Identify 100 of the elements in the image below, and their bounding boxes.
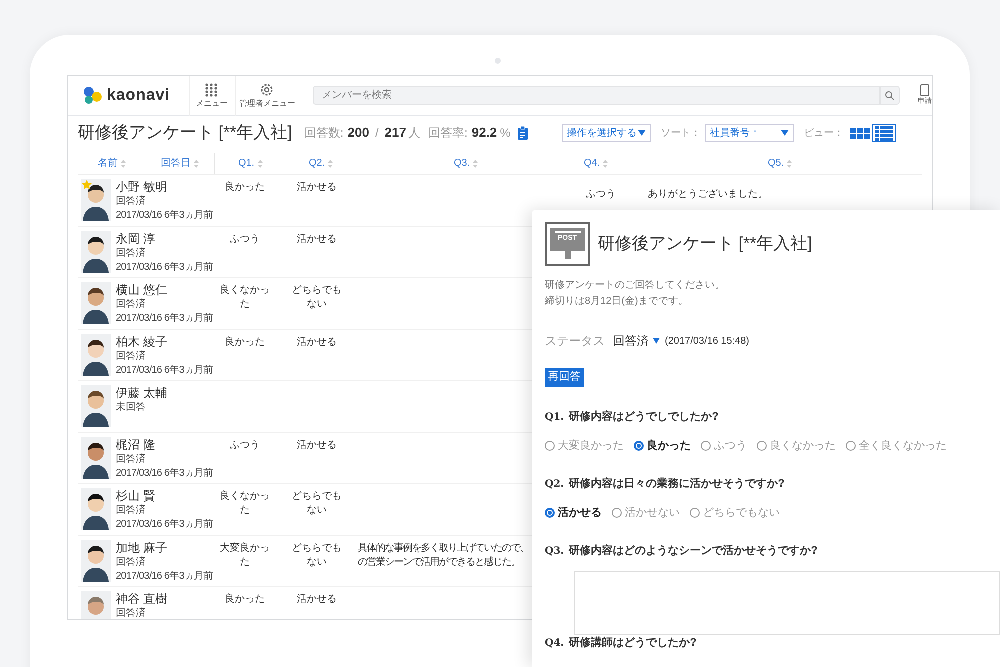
radio-option[interactable]: 活かせる xyxy=(545,504,602,521)
response-date: 2017/03/16 6年3ヵ月前 xyxy=(116,466,214,480)
table-cell-text: 活かせる xyxy=(296,232,338,246)
avatar-icon xyxy=(81,334,111,376)
caret-icon xyxy=(781,130,789,136)
logo-icon xyxy=(82,86,103,105)
sort-icon xyxy=(787,160,792,168)
radio-option[interactable]: ふつう xyxy=(701,438,747,454)
admin-menu-button[interactable]: 管理者メニュー xyxy=(234,76,299,116)
response-date: 2017/03/16 6年3ヵ月前 xyxy=(116,518,214,532)
caret-icon xyxy=(653,338,660,344)
table-cell-text: 良かった xyxy=(224,593,266,607)
description-text: 研修アンケートのご回答してください。 xyxy=(545,279,726,293)
stat-label: 回答率: xyxy=(428,125,468,142)
table-cell: ありがとうございました。 xyxy=(648,189,768,200)
grid-icon xyxy=(850,128,870,138)
radio-option[interactable]: どちらでもない xyxy=(690,504,780,521)
search-field[interactable]: メンバーを検索 xyxy=(313,86,880,105)
table-cell-text: ふつう xyxy=(229,438,261,452)
avatar-icon xyxy=(81,385,111,427)
panel-title: 研修後アンケート [**年入社] xyxy=(598,233,812,256)
column-header[interactable]: Q2. xyxy=(308,156,326,171)
status-date: (2017/03/16 15:48) xyxy=(665,334,750,348)
sort-icon xyxy=(121,160,126,168)
response-status: 回答済 xyxy=(116,298,147,312)
radio-option[interactable]: 大変良かった xyxy=(545,438,624,454)
response-status: 回答済 xyxy=(116,607,147,619)
question-number: Q2. xyxy=(545,478,564,492)
sort-icon xyxy=(473,160,478,168)
table-cell-text: ふつう xyxy=(229,232,261,246)
response-status: 回答済 xyxy=(116,556,147,570)
document-icon xyxy=(919,84,931,97)
table-cell-text: 良かった xyxy=(224,181,266,195)
response-date: 2017/03/16 6年3ヵ月前 xyxy=(116,209,214,223)
response-rate: 92.2 xyxy=(472,124,498,142)
table-cell: どちらでもない xyxy=(292,490,342,518)
radio-option[interactable]: 良かった xyxy=(634,438,691,454)
clipboard-icon xyxy=(516,126,529,140)
stat-label: 回答数: xyxy=(304,125,344,142)
view-label: ビュー： xyxy=(804,126,844,140)
action-select[interactable]: 操作を選択する xyxy=(562,124,651,142)
search-button[interactable] xyxy=(880,86,900,105)
survey-title: 研修後アンケート [**年入社] xyxy=(78,122,292,144)
avatar-icon xyxy=(81,282,111,324)
total-count: 217 xyxy=(384,124,406,142)
caret-icon xyxy=(638,130,646,136)
response-status: 回答済 xyxy=(116,195,147,209)
answer-count: 200 xyxy=(348,124,370,142)
radio-option[interactable]: 良くなかった xyxy=(757,438,836,454)
avatar-icon xyxy=(81,488,111,530)
table-cell-text: 良かった xyxy=(224,336,266,350)
column-header[interactable]: Q5. xyxy=(768,156,784,171)
unit-text: 人 xyxy=(408,125,420,142)
member-name: 永岡 淳 xyxy=(116,230,156,246)
table-cell-text: 活かせる xyxy=(296,181,338,195)
avatar-icon xyxy=(81,230,111,272)
column-header[interactable]: 回答日 xyxy=(161,156,191,171)
member-name: 杉山 賢 xyxy=(116,488,156,504)
response-date: 2017/03/16 6年3ヵ月前 xyxy=(116,364,214,378)
member-name: 梶沼 隆 xyxy=(116,436,156,452)
response-status: 未回答 xyxy=(116,401,147,415)
column-header[interactable]: Q4. xyxy=(584,156,600,171)
table-cell: 良くなかった xyxy=(220,284,270,312)
member-name: 神谷 直樹 xyxy=(116,591,168,607)
settings-icon xyxy=(260,82,274,96)
question-number: Q3. xyxy=(545,545,564,559)
percent-text: % xyxy=(500,125,511,142)
column-header[interactable]: Q1. xyxy=(238,156,255,171)
description-text: 締切りは8月12日(金)までです。 xyxy=(545,294,690,309)
list-view-button[interactable] xyxy=(872,124,896,142)
table-cell: どちらでもない xyxy=(292,542,342,570)
table-cell-text: 活かせる xyxy=(296,593,338,607)
list-icon xyxy=(875,126,893,140)
sort-label: ソート： xyxy=(661,126,701,140)
response-status: 回答済 xyxy=(116,504,147,518)
radio-option[interactable]: 全く良くなかった xyxy=(846,438,947,454)
reanswer-button[interactable]: 再回答 xyxy=(545,368,584,387)
sort-select[interactable]: 社員番号 ↑ xyxy=(705,124,794,142)
avatar-icon xyxy=(81,436,111,478)
avatar-icon xyxy=(81,179,111,221)
question-text: 研修内容はどうでしでしたか? xyxy=(569,410,719,425)
column-header[interactable]: Q3. xyxy=(454,156,470,171)
search-icon xyxy=(885,90,895,100)
status-dropdown[interactable]: 回答済 xyxy=(613,332,660,350)
question-number: Q4. xyxy=(545,636,564,650)
status-label: ステータス xyxy=(545,333,605,350)
separator-text: / xyxy=(375,125,379,142)
question-number: Q1. xyxy=(545,411,564,425)
table-cell-text: 活かせる xyxy=(296,336,338,350)
member-name: 加地 麻子 xyxy=(116,540,168,556)
table-cell: ふつう xyxy=(586,189,616,200)
response-status: 回答済 xyxy=(116,246,147,260)
radio-option[interactable]: 活かせない xyxy=(612,504,680,521)
menu-button[interactable]: メニュー xyxy=(188,76,235,116)
sort-icon xyxy=(194,160,199,168)
response-status: 回答済 xyxy=(116,350,147,364)
member-name: 横山 悠仁 xyxy=(116,282,168,298)
question-text: 研修講師はどうでしたか? xyxy=(569,636,697,650)
column-header[interactable]: 名前 xyxy=(98,156,118,171)
table-cell: どちらでもない xyxy=(292,284,342,312)
